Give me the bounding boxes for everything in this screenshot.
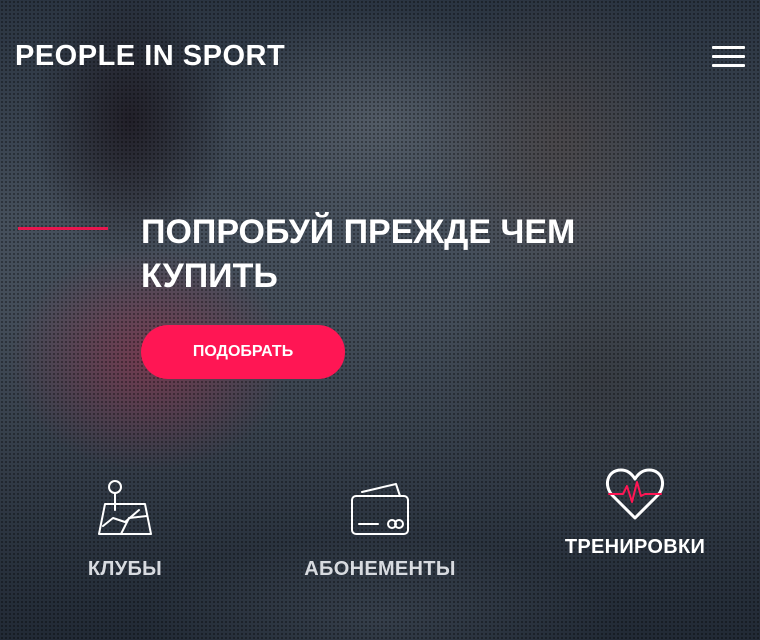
heart-pulse-icon <box>605 468 665 520</box>
feature-subscriptions[interactable]: АБОНЕМЕНТЫ <box>290 478 470 581</box>
feature-label: ТРЕНИРОВКИ <box>564 536 706 558</box>
membership-card-icon <box>351 483 409 535</box>
feature-clubs[interactable]: КЛУБЫ <box>60 478 190 581</box>
map-pin-icon <box>98 480 152 535</box>
brand-logo[interactable]: PEOPLE IN SPORT <box>15 40 285 73</box>
pick-button[interactable]: ПОДОБРАТЬ <box>141 325 345 379</box>
accent-line <box>18 227 108 230</box>
hero-headline: ПОПРОБУЙ ПРЕЖДЕ ЧЕМ КУПИТЬ <box>141 213 576 295</box>
menu-bar <box>712 55 745 58</box>
menu-bar <box>712 46 745 49</box>
feature-trainings[interactable]: ТРЕНИРОВКИ <box>555 466 715 559</box>
feature-label: АБОНЕМЕНТЫ <box>304 558 456 580</box>
menu-bar <box>712 64 745 67</box>
hamburger-menu-icon[interactable] <box>712 46 745 68</box>
feature-label: КЛУБЫ <box>87 558 163 580</box>
